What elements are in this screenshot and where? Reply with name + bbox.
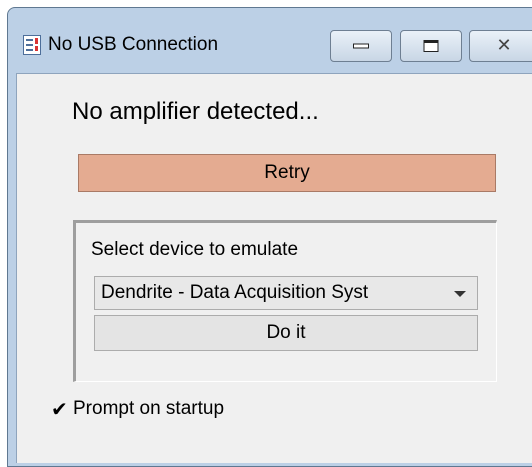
prompt-on-startup-label[interactable]: Prompt on startup: [73, 398, 224, 420]
selected-device-value: Dendrite - Data Acquisition Syst: [101, 282, 369, 303]
do-it-button[interactable]: Do it: [94, 315, 478, 351]
status-message: No amplifier detected...: [72, 98, 319, 125]
close-icon: ✕: [496, 35, 512, 56]
device-select-dropdown[interactable]: Dendrite - Data Acquisition Syst: [94, 276, 478, 310]
minimize-icon: [353, 43, 369, 49]
maximize-icon: [423, 40, 439, 52]
emulate-device-panel: Select device to emulate Dendrite - Data…: [73, 220, 497, 382]
settings-app-icon[interactable]: [23, 35, 41, 55]
close-button[interactable]: ✕: [469, 30, 532, 62]
chevron-down-icon[interactable]: [454, 291, 466, 297]
dialog-window: No USB Connection ✕ No amplifier detecte…: [7, 7, 532, 467]
select-device-label: Select device to emulate: [91, 239, 299, 260]
window-title: No USB Connection: [48, 34, 219, 55]
retry-button[interactable]: Retry: [78, 154, 496, 192]
maximize-button[interactable]: [400, 30, 462, 62]
prompt-on-startup-checkbox[interactable]: ✔: [51, 399, 68, 419]
minimize-button[interactable]: [330, 30, 392, 62]
dialog-client-area: No amplifier detected... Retry Select de…: [16, 73, 532, 463]
title-bar[interactable]: No USB Connection ✕: [8, 8, 532, 74]
